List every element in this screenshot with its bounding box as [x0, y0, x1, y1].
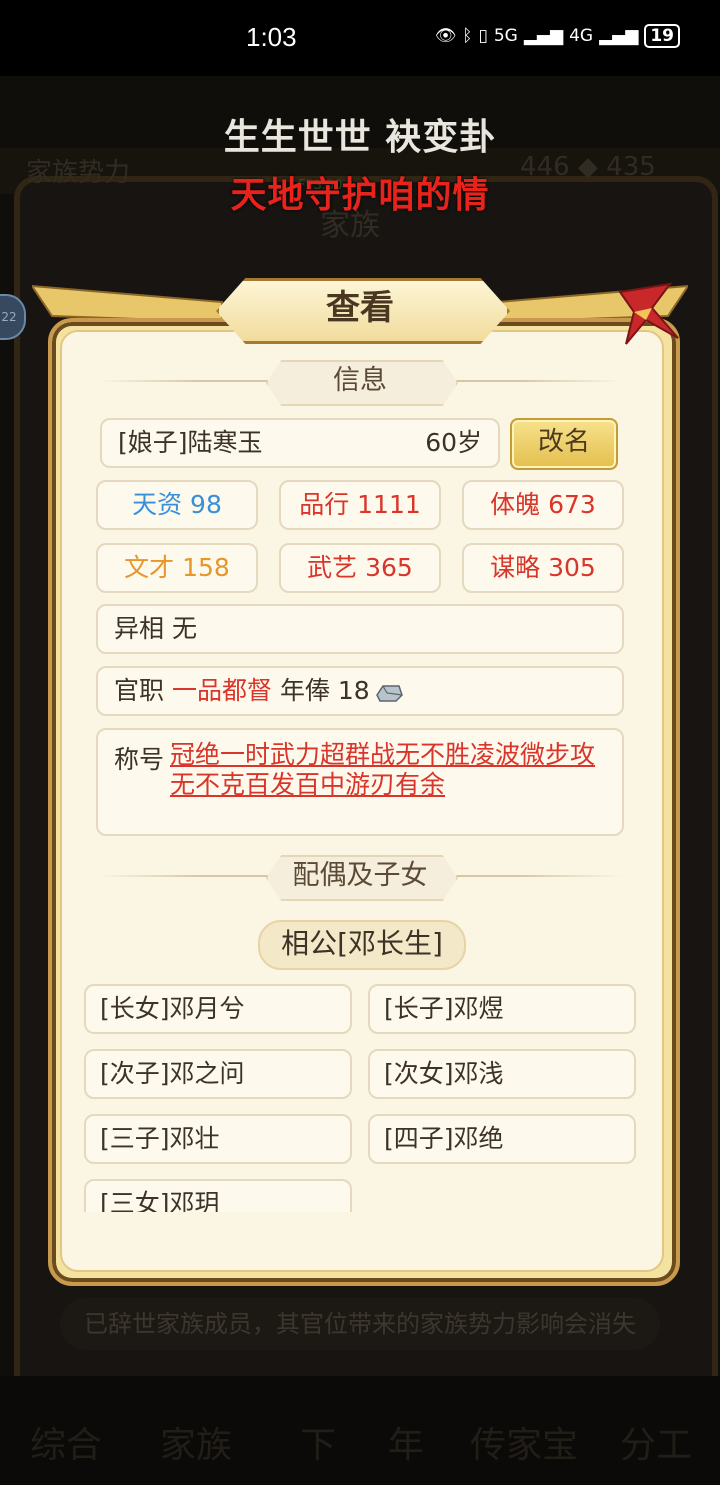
child-item[interactable]: [长女]邓月兮 [84, 984, 352, 1034]
vibrate-icon: ▯ [478, 26, 488, 46]
child-item[interactable]: [长子]邓煜 [368, 984, 636, 1034]
bluetooth-icon: ᛒ [462, 26, 473, 46]
family-section-title: 配偶及子女 [292, 860, 428, 891]
signal-icon: ▂▄▆ [599, 26, 639, 46]
child-item[interactable]: [次子]邓之问 [84, 1049, 352, 1099]
stat-physique: 体魄 673 [462, 480, 624, 530]
salary-value: 18 [337, 676, 370, 705]
status-icons: 👁 ᛒ ▯ 5G ▂▄▆ 4G ▂▄▆ 19 [435, 24, 680, 48]
lyric-line-1: 生生世世 袂变卦 [223, 117, 497, 158]
office-value: 一品都督 [171, 676, 272, 705]
clock: 1:03 [246, 22, 297, 52]
rename-button[interactable]: 改名 [510, 418, 618, 470]
battery-icon: 19 [644, 24, 680, 48]
anomaly-field: 异相 无 [96, 604, 624, 654]
stat-talent: 天资 98 [96, 480, 258, 530]
honor-value: 冠绝一时武力超群战无不胜凌波微步攻无不克百发百中游刃有余 [170, 740, 596, 799]
stat-strategy: 谋略 305 [462, 543, 624, 593]
name-field: [娘子]陆寒玉 60岁 [100, 418, 500, 468]
salary-label: 年俸 [279, 676, 330, 705]
honor-label: 称号 [114, 745, 165, 774]
info-section-header: 信息 [96, 360, 624, 406]
network-5g-label: 5G [493, 26, 518, 46]
network-4g-label: 4G [569, 26, 594, 46]
office-label: 官职 [114, 676, 165, 705]
office-field: 官职 一品都督 年俸 18 [96, 666, 624, 716]
child-item[interactable]: [三女]邓玥 [84, 1179, 352, 1212]
stat-conduct: 品行 1111 [279, 480, 441, 530]
stat-literary: 文才 158 [96, 543, 258, 593]
stat-martial: 武艺 365 [279, 543, 441, 593]
signal-icon: ▂▄▆ [523, 26, 564, 46]
child-item[interactable]: [次女]邓浅 [368, 1049, 636, 1099]
spouse-button[interactable]: 相公[邓长生] [258, 920, 466, 970]
eye-icon: 👁 [434, 26, 457, 46]
dialog-title: 查看 [326, 288, 394, 328]
member-name: [娘子]陆寒玉 [118, 428, 263, 457]
honor-field: 称号 冠绝一时武力超群战无不胜凌波微步攻无不克百发百中游刃有余 [96, 728, 624, 836]
silver-ingot-icon [375, 685, 403, 702]
children-scroll-clip: [三女]邓玥 [60, 1150, 660, 1212]
member-age: 60岁 [425, 428, 482, 457]
info-section-title: 信息 [333, 365, 387, 396]
lyric-line-2: 天地守护咱的情 [230, 175, 490, 216]
family-section-header: 配偶及子女 [96, 855, 624, 901]
close-icon[interactable] [612, 278, 682, 348]
status-bar: 1:03 👁 ᛒ ▯ 5G ▂▄▆ 4G ▂▄▆ 19 [0, 0, 720, 76]
